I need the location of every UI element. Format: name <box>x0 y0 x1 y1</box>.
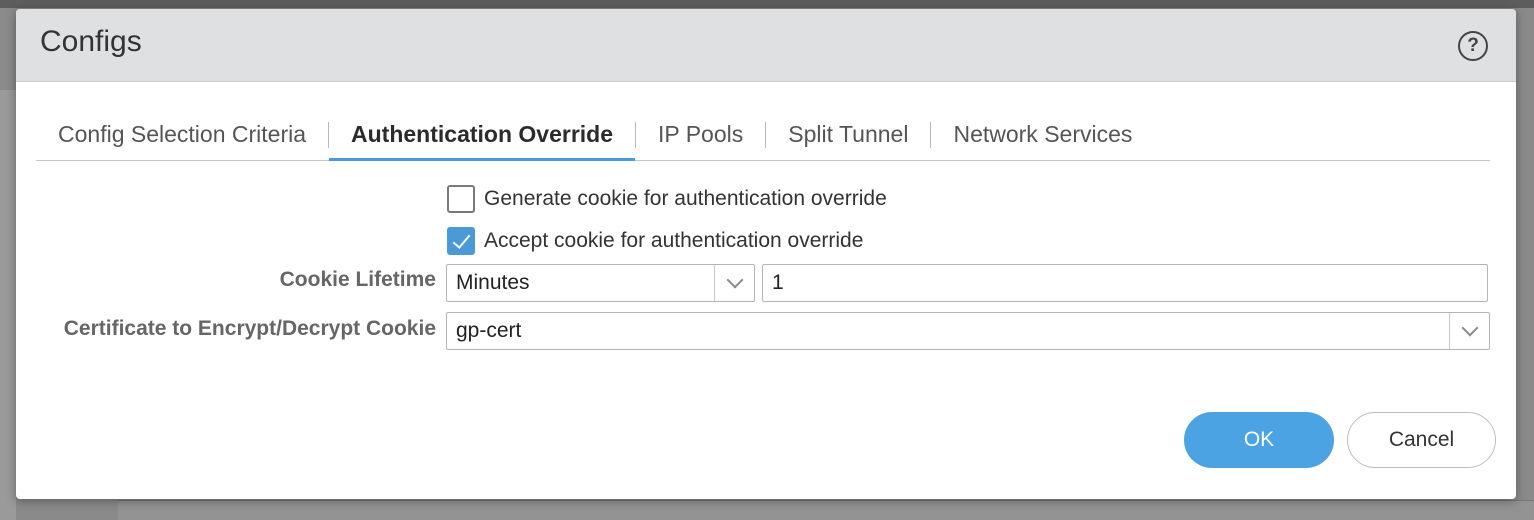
accept-cookie-label: Accept cookie for authentication overrid… <box>484 229 864 252</box>
tab-network-services[interactable]: Network Services <box>931 109 1154 161</box>
cookie-lifetime-unit-value: Minutes <box>456 271 530 294</box>
generate-cookie-row: Generate cookie for authentication overr… <box>447 185 887 213</box>
cookie-lifetime-label: Cookie Lifetime <box>279 268 436 291</box>
dialog-title: Configs <box>40 25 142 58</box>
accept-cookie-row: Accept cookie for authentication overrid… <box>447 227 863 255</box>
cookie-lifetime-value-input[interactable]: 1 <box>762 264 1488 302</box>
help-icon[interactable]: ? <box>1458 31 1488 61</box>
chevron-down-icon[interactable] <box>714 265 754 301</box>
background-sidebar <box>0 90 16 520</box>
generate-cookie-label: Generate cookie for authentication overr… <box>484 187 887 210</box>
tab-bar: Config Selection Criteria Authentication… <box>36 109 1490 161</box>
tab-split-tunnel[interactable]: Split Tunnel <box>766 109 930 161</box>
accept-cookie-checkbox[interactable] <box>447 227 475 255</box>
background-table-strip <box>118 500 1534 520</box>
ok-button[interactable]: OK <box>1184 412 1334 468</box>
background-topbar <box>0 0 1534 8</box>
certificate-label: Certificate to Encrypt/Decrypt Cookie <box>63 317 436 340</box>
cookie-lifetime-unit-select[interactable]: Minutes <box>446 264 755 302</box>
tab-config-selection-criteria[interactable]: Config Selection Criteria <box>36 109 328 161</box>
certificate-value: gp-cert <box>456 319 522 342</box>
configs-dialog: Configs ? Config Selection Criteria Auth… <box>16 9 1516 499</box>
tab-authentication-override[interactable]: Authentication Override <box>329 109 635 161</box>
cancel-button[interactable]: Cancel <box>1347 412 1496 468</box>
generate-cookie-checkbox[interactable] <box>447 185 475 213</box>
certificate-select[interactable]: gp-cert <box>446 312 1490 350</box>
dialog-header: Configs ? <box>16 9 1516 82</box>
tab-ip-pools[interactable]: IP Pools <box>636 109 765 161</box>
chevron-down-icon[interactable] <box>1449 313 1489 349</box>
